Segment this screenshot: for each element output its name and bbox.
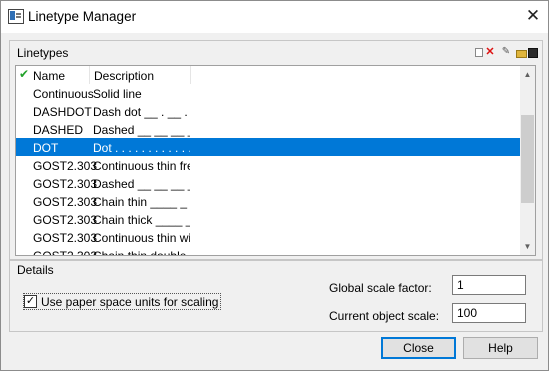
- list-item[interactable]: GOST2.303Continuous thin with: [16, 228, 520, 246]
- linetype-description: Chain thin double-da: [93, 249, 190, 256]
- linetype-description: Chain thin ____ _ __: [93, 195, 190, 209]
- linetype-name: GOST2.303: [33, 195, 98, 209]
- edit-linetype-icon[interactable]: ✎: [501, 47, 511, 57]
- scroll-down-icon[interactable]: ▼: [520, 238, 535, 255]
- scroll-up-icon[interactable]: ▲: [520, 66, 535, 83]
- linetype-description: Dash dot __ . __ . __: [93, 105, 190, 119]
- linetype-manager-dialog: Linetype Manager ✕ Linetypes ✕ ✎ ✔ Name …: [0, 0, 549, 371]
- linetype-description: Dashed __ __ __ __: [93, 123, 190, 137]
- paper-space-checkbox-wrap[interactable]: ✓ Use paper space units for scaling: [23, 293, 222, 310]
- linetypes-group: Linetypes ✕ ✎ ✔ Name Description Continu…: [9, 40, 543, 260]
- current-scale-label: Current object scale:: [329, 309, 440, 323]
- current-check-icon: ✔: [19, 67, 30, 81]
- window-title: Linetype Manager: [28, 9, 137, 24]
- linetype-name: Continuous: [33, 87, 94, 101]
- help-button[interactable]: Help: [463, 337, 538, 359]
- list-item[interactable]: GOST2.303Chain thick ____ _ _: [16, 210, 520, 228]
- list-rows: Continuous Solid line DASHDOT Dash dot __ .…: [16, 84, 520, 256]
- app-icon: [8, 9, 24, 24]
- linetype-name: DASHDOT: [33, 105, 92, 119]
- details-group-title: Details: [17, 263, 54, 277]
- global-scale-label: Global scale factor:: [329, 281, 432, 295]
- list-item[interactable]: DOT Dot . . . . . . . . . . . . .: [16, 138, 520, 156]
- close-button[interactable]: Close: [381, 337, 456, 359]
- linetypes-group-title: Linetypes: [17, 46, 69, 60]
- column-header-description[interactable]: Description: [94, 69, 154, 83]
- list-item[interactable]: Continuous Solid line: [16, 84, 520, 102]
- linetype-name: GOST2.303: [33, 213, 98, 227]
- column-separator[interactable]: [190, 66, 191, 84]
- linetype-description: Solid line: [93, 87, 142, 101]
- details-group: Details ✓ Use paper space units for scal…: [9, 260, 543, 332]
- delete-linetype-icon[interactable]: ✕: [485, 47, 495, 58]
- new-linetype-icon[interactable]: [475, 48, 483, 57]
- linetype-name: GOST2.303: [33, 249, 98, 256]
- paper-space-checkbox[interactable]: ✓: [24, 295, 37, 308]
- current-scale-input[interactable]: [452, 303, 526, 323]
- list-item[interactable]: GOST2.303Chain thin double-da: [16, 246, 520, 256]
- linetype-description: Continuous thin with: [93, 231, 190, 245]
- list-header: ✔ Name Description: [16, 66, 520, 84]
- load-linetype-icon[interactable]: [516, 50, 527, 58]
- linetype-list[interactable]: ✔ Name Description Continuous Solid line D…: [15, 65, 536, 256]
- close-window-icon[interactable]: ✕: [520, 5, 546, 27]
- linetype-description: Dashed __ __ __ __: [93, 177, 190, 191]
- list-item[interactable]: GOST2.303 Continuous thin free: [16, 156, 520, 174]
- save-linetype-icon[interactable]: [528, 48, 538, 58]
- linetype-description: Dot . . . . . . . . . . . . .: [93, 141, 190, 155]
- paper-space-checkbox-label[interactable]: Use paper space units for scaling: [41, 295, 218, 309]
- linetype-name: DOT: [33, 141, 59, 155]
- linetype-name: GOST2.303: [33, 177, 98, 191]
- linetype-name: GOST2.303: [33, 159, 98, 173]
- list-item[interactable]: GOST2.303Dashed __ __ __ __: [16, 174, 520, 192]
- column-separator[interactable]: [89, 66, 90, 84]
- vertical-scrollbar[interactable]: ▲ ▼: [520, 66, 535, 255]
- list-item[interactable]: DASHDOTDash dot __ . __ . __: [16, 102, 520, 120]
- linetype-description: Chain thick ____ _ _: [93, 213, 190, 227]
- linetype-description: Continuous thin free: [93, 159, 190, 173]
- list-item[interactable]: DASHED Dashed __ __ __ __: [16, 120, 520, 138]
- linetype-name: DASHED: [33, 123, 84, 137]
- linetype-name: GOST2.303: [33, 231, 98, 245]
- column-header-name[interactable]: Name: [33, 69, 65, 83]
- title-bar: Linetype Manager ✕: [1, 1, 548, 33]
- list-item[interactable]: GOST2.303Chain thin ____ _ __: [16, 192, 520, 210]
- global-scale-input[interactable]: [452, 275, 526, 295]
- scroll-thumb[interactable]: [521, 115, 534, 203]
